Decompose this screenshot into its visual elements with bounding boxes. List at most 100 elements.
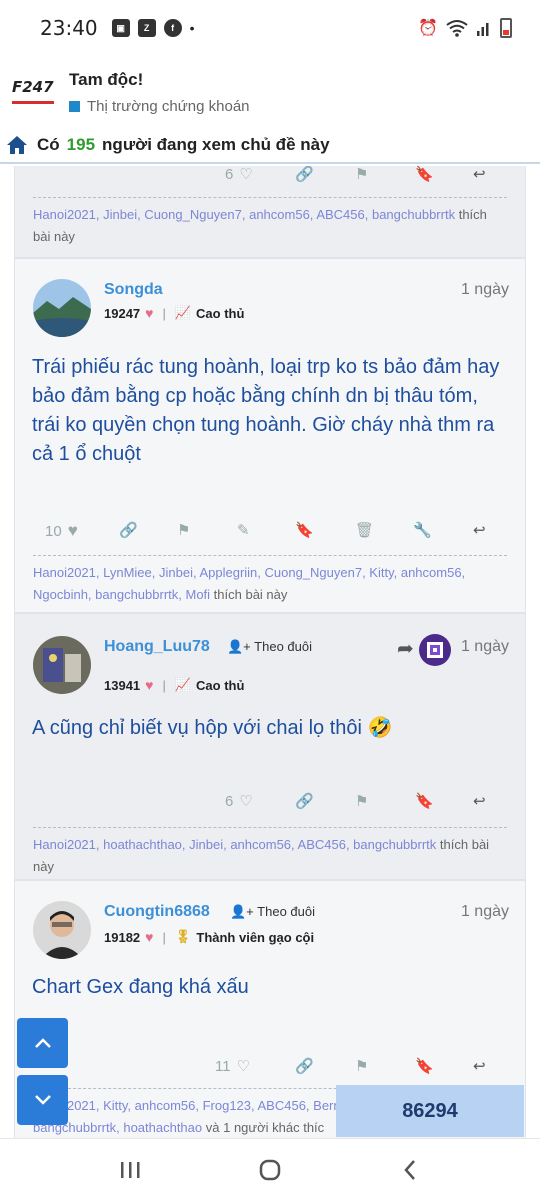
share-icon[interactable]: ➦ xyxy=(397,636,414,661)
username[interactable]: Cuongtin6868 xyxy=(104,903,210,921)
reactor-avatar[interactable] xyxy=(419,634,451,666)
home-icon[interactable] xyxy=(6,135,28,155)
reply-button[interactable]: ↩ xyxy=(473,1057,486,1075)
user-points: 19182 xyxy=(104,929,141,945)
trash-icon: 🗑 xyxy=(355,522,375,539)
link-button[interactable]: 🔗 xyxy=(295,1057,314,1075)
more-dot: • xyxy=(189,20,195,36)
flag-icon: ⚑ xyxy=(177,522,191,539)
reply-icon: ↩ xyxy=(473,1058,486,1075)
thread-title: Tam độc! xyxy=(69,69,144,89)
reply-icon: ↩ xyxy=(473,522,486,539)
forum-breadcrumb[interactable]: Thị trường chứng khoán xyxy=(69,98,250,115)
heart-icon: ♡ xyxy=(236,1058,251,1075)
android-nav-bar xyxy=(0,1138,540,1200)
report-button[interactable]: ⚑ xyxy=(355,1057,368,1075)
medal-icon: 🎖 xyxy=(174,929,192,944)
bookmark-button[interactable]: 🔖 xyxy=(295,521,314,539)
delete-button[interactable]: 🗑 xyxy=(355,521,374,539)
post-item: Hoang_Luu78 👤+ Theo đuôi ➦ 1 ngày 13941 … xyxy=(14,613,526,880)
username[interactable]: Songda xyxy=(104,281,163,299)
bookmark-icon: 🔖 xyxy=(415,793,434,810)
liked-by-list: Hanoi2021, hoathachthao, Jinbei, anhcom5… xyxy=(33,827,507,878)
user-points: 19247 xyxy=(104,305,141,321)
link-button[interactable]: 🔗 xyxy=(295,792,314,810)
back-button[interactable] xyxy=(393,1156,427,1184)
scroll-down-button[interactable] xyxy=(17,1075,68,1125)
follow-button[interactable]: 👤+ Theo đuôi xyxy=(227,639,312,655)
heart-icon: ♥ xyxy=(67,521,78,540)
liked-suffix: và 1 người khác thíc xyxy=(205,1120,325,1135)
site-logo[interactable]: F247 xyxy=(12,78,56,106)
tools-button[interactable]: 🔧 xyxy=(413,521,432,539)
post-actions: 11 ♡ 🔗 ⚑ 🔖 ↩ xyxy=(15,1057,525,1083)
flag-icon: ⚑ xyxy=(355,793,369,810)
post-date[interactable]: 1 ngày xyxy=(461,903,509,921)
user-rank: Cao thủ xyxy=(196,677,245,693)
heart-icon: ♡ xyxy=(239,793,253,810)
post-actions: 6 ♡ 🔗 ⚑ 🔖 ↩ xyxy=(15,792,525,818)
viewers-suffix: người đang xem chủ đề này xyxy=(102,135,330,154)
reply-button[interactable]: ↩ xyxy=(473,166,486,183)
liker-names[interactable]: Hanoi2021, Kitty, anhcom56, Frog123, ABC… xyxy=(33,1098,344,1113)
avatar[interactable] xyxy=(33,901,91,959)
rank-chart-icon: 📈 xyxy=(174,677,192,692)
viewers-prefix: Có xyxy=(37,135,60,154)
battery-icon xyxy=(500,18,512,38)
bookmark-button[interactable]: 🔖 xyxy=(415,792,434,810)
scroll-up-button[interactable] xyxy=(17,1018,68,1068)
link-button[interactable]: 🔗 xyxy=(119,521,138,539)
user-stats: 19247 ♥ | 📈 Cao thủ xyxy=(104,305,245,321)
heart-icon: ♥ xyxy=(145,677,154,693)
post-date[interactable]: 1 ngày xyxy=(461,638,509,656)
recent-apps-button[interactable] xyxy=(113,1156,147,1184)
wrench-icon: 🔧 xyxy=(413,522,432,539)
home-button[interactable] xyxy=(253,1156,287,1184)
link-icon: 🔗 xyxy=(295,793,314,810)
post-item: Songda 1 ngày 19247 ♥ | 📈 Cao thủ Trái p… xyxy=(14,258,526,613)
avatar[interactable] xyxy=(33,636,91,694)
report-button[interactable]: ⚑ xyxy=(177,521,190,539)
chevron-down-icon xyxy=(34,1095,51,1105)
user-stats: 13941 ♥ | 📈 Cao thủ xyxy=(104,677,245,693)
link-button[interactable]: 🔗 xyxy=(295,166,314,183)
reply-button[interactable]: ↩ xyxy=(473,521,486,539)
report-button[interactable]: ⚑ xyxy=(355,166,368,183)
like-button[interactable]: 6 ♡ xyxy=(225,792,253,811)
pencil-icon: ✎ xyxy=(237,522,250,539)
liker-names[interactable]: Hanoi2021, Jinbei, Cuong_Nguyen7, anhcom… xyxy=(33,207,455,222)
follow-button[interactable]: 👤+ Theo đuôi xyxy=(230,904,315,920)
zalo-icon: Z xyxy=(137,19,156,37)
liker-names[interactable]: Hanoi2021, hoathachthao, Jinbei, anhcom5… xyxy=(33,837,436,852)
heart-icon: ♥ xyxy=(145,929,154,945)
like-button[interactable]: 6 ♡ xyxy=(225,166,253,183)
flag-icon: ⚑ xyxy=(355,166,369,183)
thread-header: F247 Tam độc! Thị trường chứng khoán xyxy=(0,56,540,128)
status-bar: 23:40 ▣ Z f • ⏰ xyxy=(0,0,540,56)
avatar[interactable] xyxy=(33,279,91,337)
image-icon: ▣ xyxy=(111,19,130,37)
like-button[interactable]: 11 ♡ xyxy=(215,1057,251,1076)
reply-icon: ↩ xyxy=(473,793,486,810)
reply-button[interactable]: ↩ xyxy=(473,792,486,810)
bookmark-button[interactable]: 🔖 xyxy=(415,166,434,183)
back-chevron-icon xyxy=(404,1159,415,1180)
edit-button[interactable]: ✎ xyxy=(237,521,250,539)
post-feed[interactable]: 6 ♡ 🔗 ⚑ 🔖 ↩ Hanoi2021, Jinbei, Cuong_Nguy… xyxy=(0,166,540,1138)
report-button[interactable]: ⚑ xyxy=(355,792,368,810)
status-time: 23:40 xyxy=(40,16,98,40)
system-icons: ⏰ xyxy=(418,18,512,38)
bookmark-icon: 🔖 xyxy=(295,522,314,539)
signal-icon xyxy=(477,23,489,36)
view-counter: 86294 xyxy=(336,1085,524,1137)
link-icon: 🔗 xyxy=(295,166,314,183)
bookmark-icon: 🔖 xyxy=(415,1058,434,1075)
user-rank: Thành viên gạo cội xyxy=(196,929,315,945)
like-button[interactable]: 10 ♥ xyxy=(45,521,78,541)
user-stats: 19182 ♥ | 🎖 Thành viên gạo cội xyxy=(104,929,315,945)
liked-suffix: thích bài này xyxy=(213,587,288,602)
bookmark-button[interactable]: 🔖 xyxy=(415,1057,434,1075)
username[interactable]: Hoang_Luu78 xyxy=(104,638,210,656)
post-item: 6 ♡ 🔗 ⚑ 🔖 ↩ Hanoi2021, Jinbei, Cuong_Nguy… xyxy=(14,166,526,258)
post-date[interactable]: 1 ngày xyxy=(461,281,509,299)
